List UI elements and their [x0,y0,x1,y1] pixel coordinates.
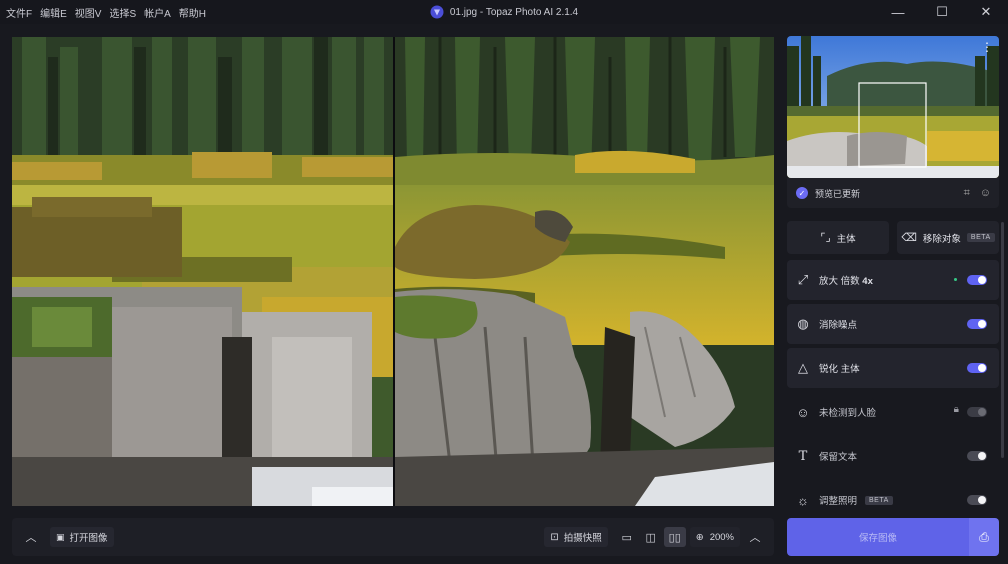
subject-button[interactable]: ⌜⌟ 主体 [787,221,889,254]
text-toggle[interactable] [967,451,987,461]
upscale-toggle[interactable] [967,275,987,285]
open-image-label: 打开图像 [69,533,108,544]
maximize-icon[interactable]: ☐ [920,0,964,24]
filter-upscale-label: 放大 倍数 4x [819,276,873,287]
subject-button-label: 主体 [836,233,856,245]
minimize-icon[interactable]: — [876,0,920,24]
app-window: 文件F 编辑E 视图V 选择S 帐户A 帮助H 01.jpg - Topaz P… [0,0,1008,564]
snapshot-button[interactable]: ⊡ 拍摄快照 [544,527,608,547]
filter-list: ⤢ 放大 倍数 4x ◍ 消除噪点 △ 锐化 主体 ☺ 未检测到人脸 🔒︎ T … [787,260,999,524]
filter-face-label: 未检测到人脸 [819,408,877,419]
sharpen-toggle[interactable] [967,363,987,373]
text-icon: T [798,448,808,464]
eraser-icon: ⌫ [901,232,917,244]
menu-help[interactable]: 帮助H [179,5,206,20]
remove-object-label: 移除对象 [922,233,961,245]
selection-buttons: ⌜⌟ 主体 ⌫ 移除对象 BETA [787,221,999,254]
menu-select[interactable]: 选择S [109,5,136,20]
subject-select-icon: ⌜⌟ [820,232,831,244]
split-view-icon[interactable]: ◫ [640,527,662,547]
filter-denoise[interactable]: ◍ 消除噪点 [787,304,999,344]
filter-preserve-text[interactable]: T 保留文本 [787,436,999,476]
lighting-icon: ☼ [797,492,809,508]
snapshot-icon: ⊡ [550,531,559,543]
sharpen-icon: △ [798,360,808,375]
filter-face-recovery[interactable]: ☺ 未检测到人脸 🔒︎ [787,392,999,432]
single-view-icon[interactable]: ▭ [616,527,638,547]
bottom-toolbar: ︿ ▣ 打开图像 ⊡ 拍摄快照 ▭ ◫ ▯▯ ⊕ 200% ︿ [12,518,774,556]
side-panel-scrollbar[interactable] [1001,222,1004,458]
filter-lighting-label: 调整照明 [819,496,858,507]
preview-status-bar: ✓ 预览已更新 ⌗ ☺ [787,178,999,208]
window-controls: — ☐ ✕ [876,0,1008,24]
beta-badge: BETA [966,233,995,242]
chevron-up-zoom-icon[interactable]: ︿ [744,527,766,547]
face-icon: ☺ [796,404,810,420]
enhanced-image-pane[interactable] [395,37,774,506]
beta-badge: BETA [865,495,893,505]
face-smile-icon[interactable]: ☺ [980,187,991,200]
menu-account[interactable]: 帐户A [144,5,171,20]
face-toggle[interactable] [967,407,987,417]
crop-icon[interactable]: ⌗ [964,187,970,200]
menu-bar: 文件F 编辑E 视图V 选择S 帐户A 帮助H [0,5,206,20]
zoom-control[interactable]: ⊕ 200% [689,527,740,547]
original-image [12,37,393,506]
snapshot-label: 拍摄快照 [563,533,602,544]
filter-denoise-label: 消除噪点 [819,320,858,331]
save-image-button[interactable]: 保存图像 [787,518,969,556]
filter-text-label: 保留文本 [819,452,858,463]
image-viewer[interactable] [12,37,774,506]
bottom-toolbar-right: ⊡ 拍摄快照 ▭ ◫ ▯▯ ⊕ 200% ︿ [544,527,766,547]
image-icon: ▣ [56,531,65,542]
save-settings-icon[interactable]: ⎙ [969,518,999,556]
denoise-toggle[interactable] [967,319,987,329]
filter-sharpen[interactable]: △ 锐化 主体 [787,348,999,388]
original-image-pane[interactable] [12,37,393,506]
view-mode-group: ▭ ◫ ▯▯ [616,527,686,547]
menu-view[interactable]: 视图V [75,5,102,20]
navigator-preview[interactable]: ⋮ [787,36,999,178]
menu-file[interactable]: 文件F [6,5,32,20]
upscale-icon: ⤢ [797,272,809,287]
denoise-icon: ◍ [797,316,809,331]
lighting-toggle[interactable] [967,495,987,505]
chevron-up-icon[interactable]: ︿ [20,527,42,547]
lock-icon: 🔒︎ [953,404,959,415]
filter-adjust-lighting[interactable]: ☼ 调整照明 BETA [787,480,999,520]
enhanced-image [395,37,774,506]
bottom-toolbar-left: ︿ ▣ 打开图像 [20,527,114,547]
zoom-level: 200% [709,531,734,543]
status-dot [954,278,957,281]
preview-tools: ⌗ ☺ [964,187,991,200]
check-circle-icon: ✓ [796,187,808,199]
window-title: 01.jpg - Topaz Photo AI 2.1.4 [449,6,579,18]
close-icon[interactable]: ✕ [964,0,1008,24]
open-image-button[interactable]: ▣ 打开图像 [50,527,114,547]
preview-status-text: 预览已更新 [815,188,861,199]
filter-sharpen-label: 锐化 主体 [819,364,860,375]
filter-upscale[interactable]: ⤢ 放大 倍数 4x [787,260,999,300]
more-options-icon[interactable]: ⋮ [981,40,993,54]
side-by-side-view-icon[interactable]: ▯▯ [663,527,686,547]
side-panel: ⋮ ✓ 预览已更新 ⌗ ☺ ⌜⌟ 主体 ⌫ 移除对象 BETA ⤢ 放大 倍数 … [787,36,999,564]
title-bar: 文件F 编辑E 视图V 选择S 帐户A 帮助H 01.jpg - Topaz P… [0,0,1008,24]
save-bar: 保存图像 ⎙ [787,518,999,556]
remove-object-button[interactable]: ⌫ 移除对象 BETA [897,221,999,254]
navigator-thumbnail [787,36,999,178]
save-image-label: 保存图像 [858,533,897,544]
topaz-logo-icon [430,5,444,19]
zoom-icon: ⊕ [695,531,704,543]
menu-edit[interactable]: 编辑E [40,5,67,20]
